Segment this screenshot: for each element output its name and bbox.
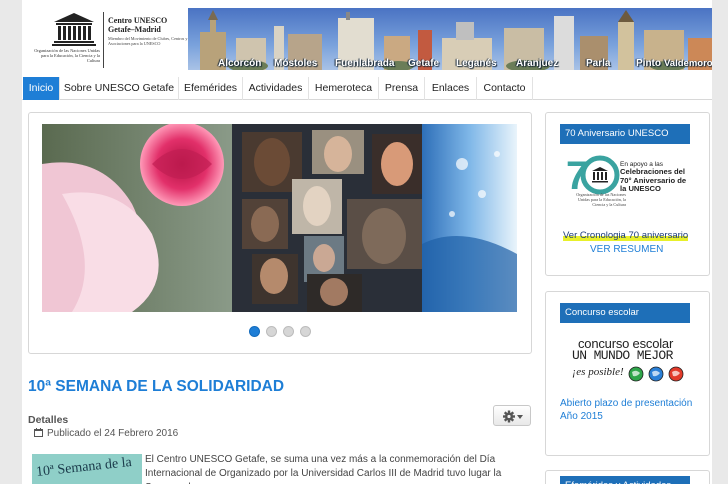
- sidebar-box-efemerides: Efemérides y Actividades: [545, 470, 710, 484]
- center-title-line2: Getafe–Madrid: [108, 25, 161, 34]
- city-label: Aranjuez: [516, 58, 559, 69]
- nav-item-contacto[interactable]: Contacto: [477, 77, 533, 100]
- city-labels: Alcorcón Móstoles Fuenlabrada Getafe Leg…: [188, 57, 712, 69]
- nav-item-inicio[interactable]: Inicio: [23, 77, 60, 100]
- slider-dot[interactable]: [249, 326, 260, 337]
- concurso-logo[interactable]: concurso escolar UN MUNDO MEJOR ¡es posi…: [570, 336, 690, 386]
- seventy-logo-icon: 7: [566, 154, 620, 195]
- city-label: Pinto: [636, 58, 661, 69]
- solidarity-collage-image: [42, 124, 517, 312]
- nav-item-enlaces[interactable]: Enlaces: [425, 77, 477, 100]
- sidebar-heading: 70 Aniversario UNESCO: [560, 124, 690, 144]
- badge-org-text: Organización de las Naciones Unidas para…: [576, 192, 626, 207]
- city-label: Getafe: [408, 58, 440, 69]
- published-date: Publicado el 24 Febrero 2016: [34, 428, 178, 439]
- article-body: El Centro UNESCO Getafe, se suma una vez…: [145, 454, 502, 484]
- concurso-logo-line3: ¡es posible!: [572, 366, 624, 378]
- city-label: Fuenlabrada: [335, 58, 395, 69]
- gear-icon: [503, 410, 523, 423]
- badge-bold-text: Celebraciones del 70° Aniversario de la …: [620, 167, 687, 193]
- page: Organización de las Naciones Unidas para…: [22, 0, 712, 484]
- badge-text: En apoyo a las Celebraciones del 70° Ani…: [620, 161, 694, 194]
- concurso-logo-line2: UN MUNDO MEJOR: [572, 348, 673, 363]
- 70-aniversario-badge[interactable]: 7 En apoyo a las Celebraciones del 70° A…: [566, 151, 694, 223]
- center-title: Centro UNESCO Getafe–Madrid: [108, 16, 188, 34]
- nav-item-actividades[interactable]: Actividades: [243, 77, 309, 100]
- city-skyline-image: Alcorcón Móstoles Fuenlabrada Getafe Leg…: [188, 8, 712, 70]
- published-text: Publicado el 24 Febrero 2016: [47, 428, 179, 439]
- sidebar-heading: Efemérides y Actividades: [560, 476, 690, 484]
- caret-down-icon: [517, 415, 523, 419]
- city-label: Móstoles: [274, 58, 318, 69]
- details-label: Detalles: [28, 414, 69, 426]
- slider-dot[interactable]: [300, 326, 311, 337]
- article-tools-button[interactable]: [493, 405, 531, 426]
- image-slider: [28, 112, 532, 354]
- city-label: Alcorcón: [218, 58, 262, 69]
- slider-pagination: [249, 326, 319, 338]
- slide-image[interactable]: [42, 124, 517, 312]
- city-label: Parla: [586, 58, 611, 69]
- sidebar-heading: Concurso escolar: [560, 303, 690, 323]
- nav-item-efemerides[interactable]: Efemérides: [179, 77, 243, 100]
- logo-divider: [103, 12, 104, 68]
- nav-item-prensa[interactable]: Prensa: [379, 77, 425, 100]
- calendar-icon: [34, 428, 43, 437]
- globe-icons: [628, 366, 684, 382]
- site-banner: Organización de las Naciones Unidas para…: [22, 8, 712, 70]
- nav-item-sobre-unesco-getafe[interactable]: Sobre UNESCO Getafe: [60, 77, 179, 100]
- thumbnail-text: 10ª Semana de la: [35, 455, 133, 480]
- center-title-line1: Centro UNESCO: [108, 16, 168, 25]
- cronologia-link[interactable]: Ver Cronologia 70 aniversario: [563, 230, 689, 241]
- article-title[interactable]: 10ª SEMANA DE LA SOLIDARIDAD: [28, 378, 284, 396]
- main-nav: Inicio Sobre UNESCO Getafe Efemérides Ac…: [22, 77, 712, 100]
- unesco-org-text: Organización de las Naciones Unidas para…: [34, 48, 100, 63]
- ver-resumen-link[interactable]: VER RESUMEN: [590, 244, 663, 255]
- site-logo[interactable]: Organización de las Naciones Unidas para…: [30, 10, 202, 68]
- sidebar-box-concurso: Concurso escolar concurso escolar UN MUN…: [545, 291, 710, 456]
- nav-item-hemeroteca[interactable]: Hemeroteca: [309, 77, 379, 100]
- city-label: Leganés: [456, 58, 497, 69]
- city-label: Valdemoro: [664, 58, 712, 69]
- abierto-plazo-link[interactable]: Abierto plazo de presentación Año 2015: [560, 397, 700, 423]
- slider-dot[interactable]: [283, 326, 294, 337]
- unesco-temple-icon: [52, 13, 96, 46]
- center-subtitle: Miembro del Movimiento de Clubes, Centro…: [108, 36, 188, 46]
- sidebar-box-70-aniversario: 70 Aniversario UNESCO 7 En apoyo a las C…: [545, 112, 710, 276]
- article-thumbnail[interactable]: 10ª Semana de la: [32, 454, 142, 484]
- slider-dot[interactable]: [266, 326, 277, 337]
